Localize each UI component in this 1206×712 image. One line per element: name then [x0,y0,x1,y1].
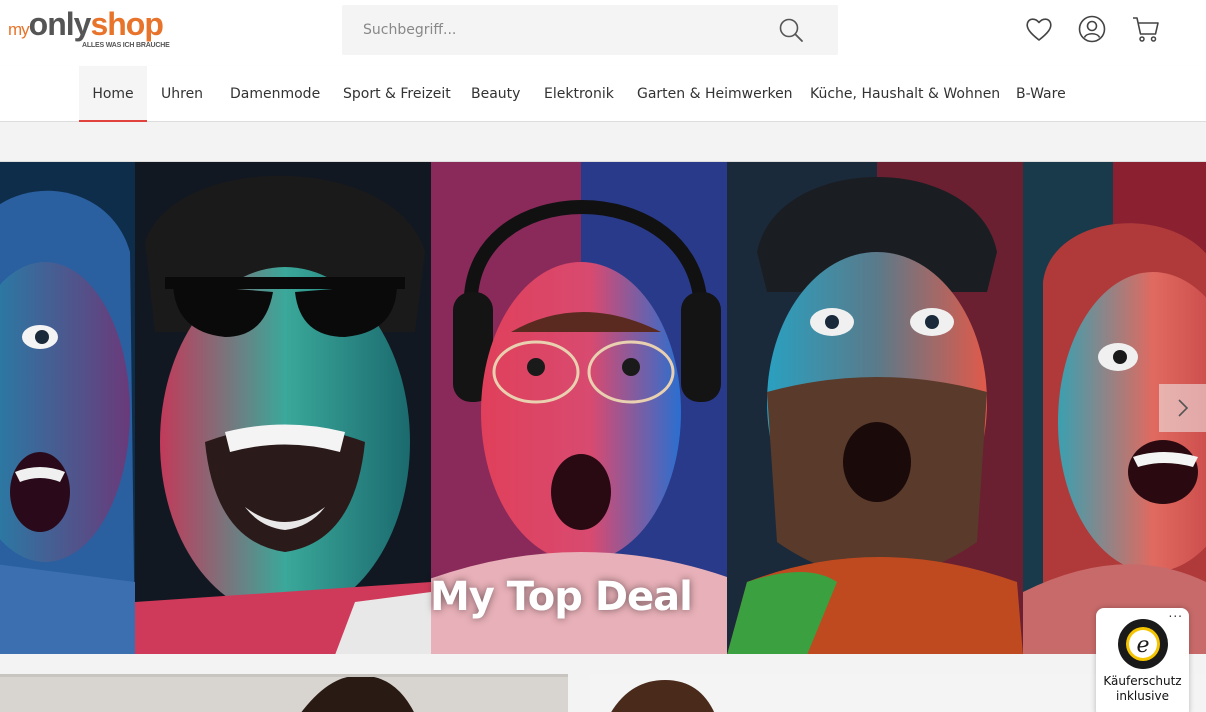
cart-icon[interactable] [1131,14,1161,44]
nav-item-sport-freizeit[interactable]: Sport & Freizeit [343,66,451,122]
badge-menu-icon[interactable]: ... [1169,606,1183,620]
logo[interactable]: myonlyshop ALLES WAS ICH BRAUCHE [8,8,188,54]
nav-item-uhren[interactable]: Uhren [161,66,203,122]
main-navigation: Home Uhren Damenmode Sport & Freizeit Be… [0,66,1206,122]
hero-image-woman-left [0,162,135,654]
nav-item-elektronik[interactable]: Elektronik [544,66,614,122]
hero-caption: My Top Deal [430,574,693,620]
nav-item-home[interactable]: Home [79,66,147,122]
trusted-shops-badge[interactable]: ... e Käuferschutz inklusive [1096,606,1189,712]
logo-name-part1: only [28,6,92,42]
spacer-band [0,122,1206,161]
svg-text:e: e [1136,633,1149,658]
logo-tagline: ALLES WAS ICH BRAUCHE [82,42,170,49]
header: myonlyshop ALLES WAS ICH BRAUCHE [0,0,1206,66]
logo-prefix: my [8,20,30,39]
search-input[interactable] [342,5,772,55]
slider-next-button[interactable] [1159,384,1206,432]
nav-item-garten-heimwerken[interactable]: Garten & Heimwerken [637,66,793,122]
hero-image-bearded-man [727,162,1023,654]
featured-tile-left[interactable] [0,674,568,712]
nav-item-damenmode[interactable]: Damenmode [230,66,320,122]
nav-item-kueche-haushalt-wohnen[interactable]: Küche, Haushalt & Wohnen [810,66,1000,122]
logo-name-part2: shop [90,6,163,42]
logo-wordmark: myonlyshop [8,6,164,42]
user-icon[interactable] [1077,14,1107,44]
buyer-protection-line2: inklusive [1116,689,1169,703]
hero-image-man-sunglasses [135,162,431,654]
chevron-right-icon [1159,399,1206,436]
search-bar [342,5,838,55]
search-icon[interactable] [778,17,806,45]
buyer-protection-label: Käuferschutz inklusive [1096,674,1189,704]
trusted-shops-seal-icon: e [1117,618,1169,674]
heart-icon[interactable] [1024,14,1054,44]
buyer-protection-line1: Käuferschutz [1103,674,1182,688]
nav-item-b-ware[interactable]: B-Ware [1016,66,1066,122]
nav-item-beauty[interactable]: Beauty [471,66,520,122]
